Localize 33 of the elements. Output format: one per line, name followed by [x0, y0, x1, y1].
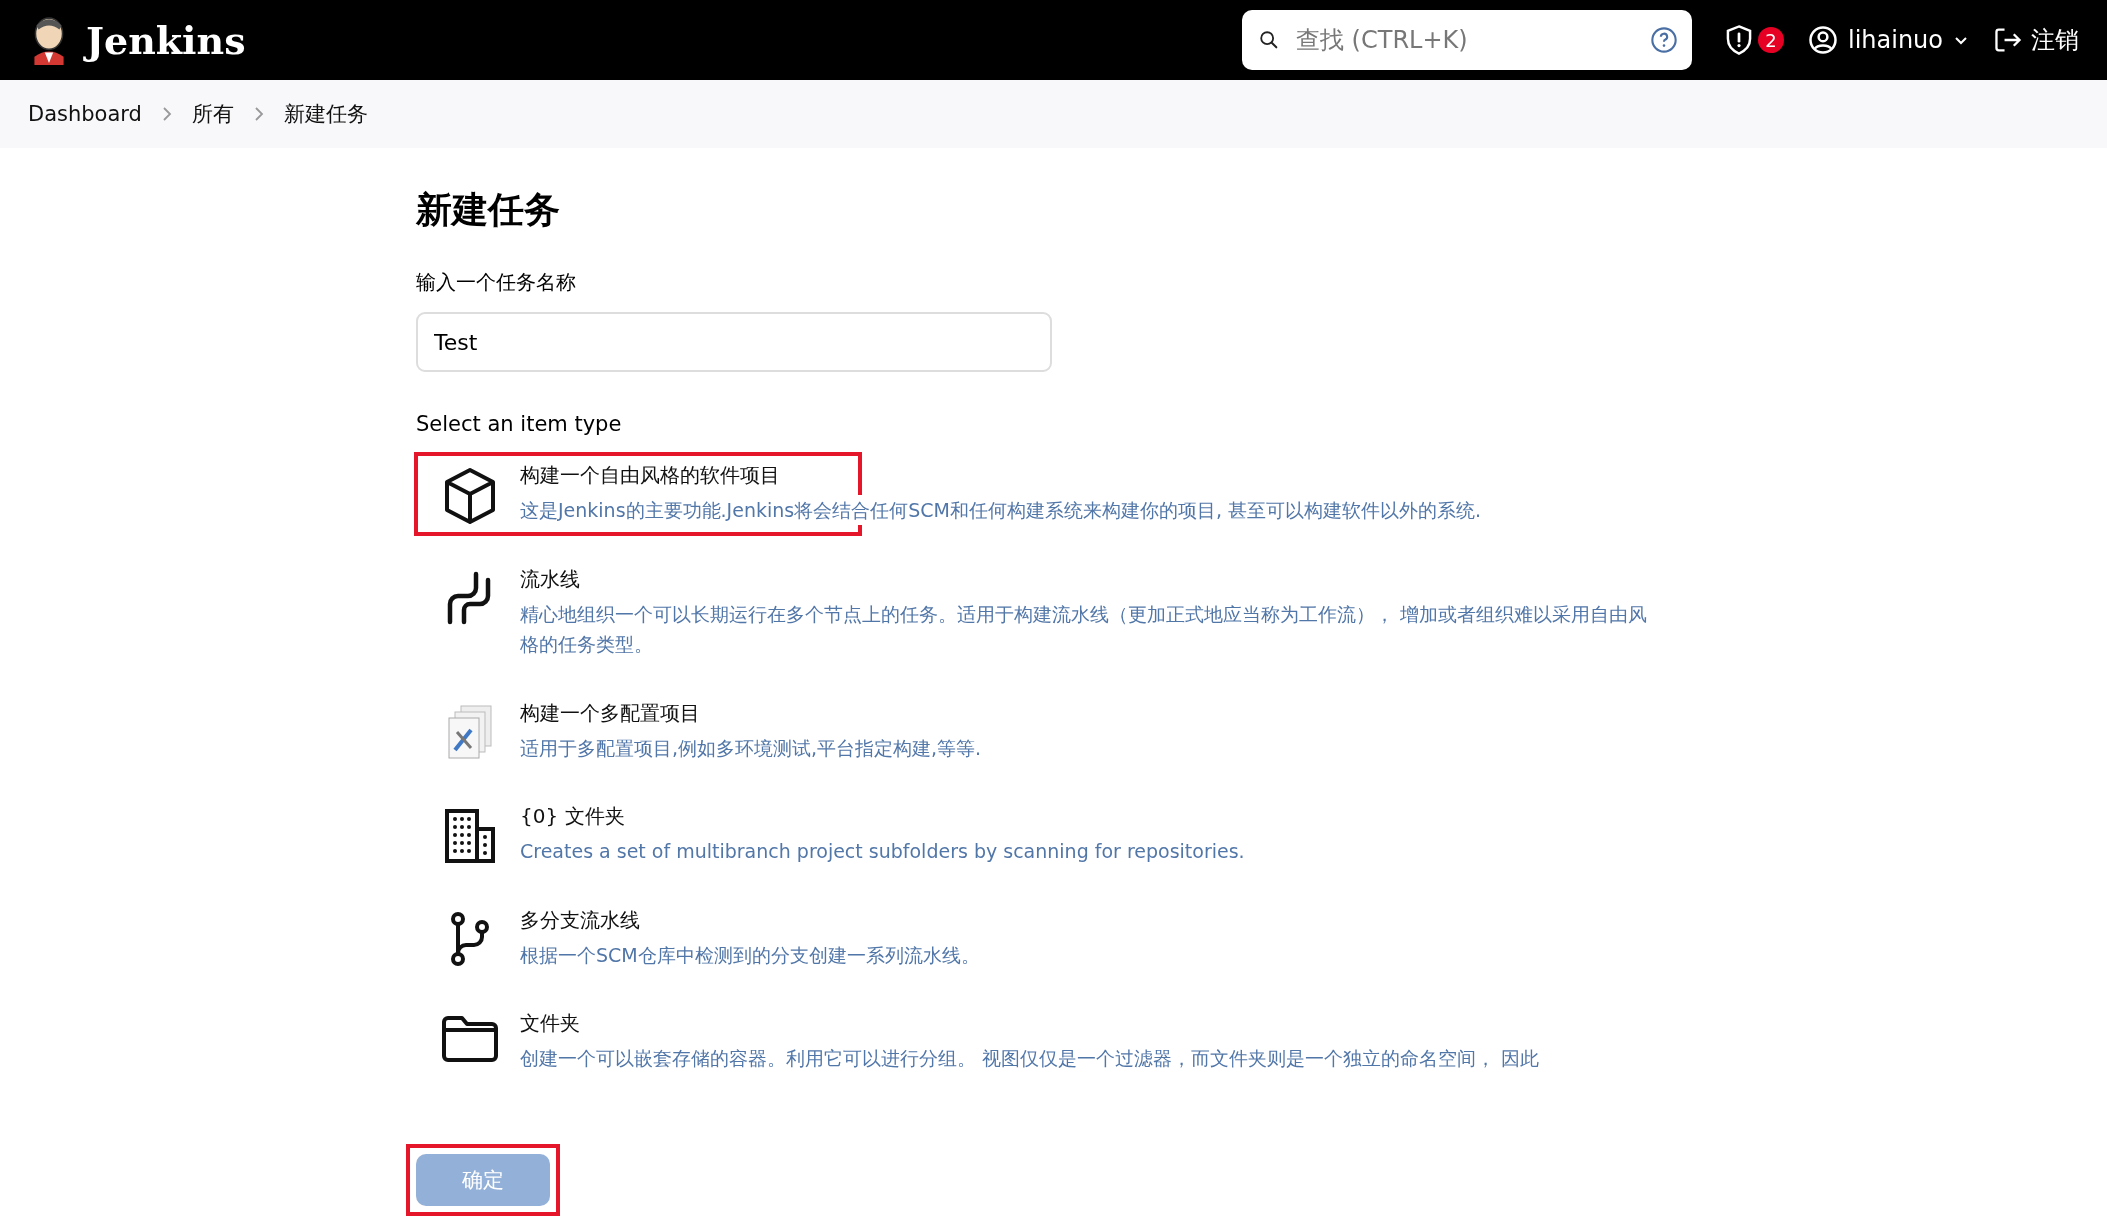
item-name-field[interactable]: Test — [416, 312, 1052, 372]
item-type-option[interactable]: 多分支流水线 根据一个SCM仓库中检测到的分支创建一系列流水线。 — [416, 896, 1666, 980]
item-type-option[interactable]: 文件夹 创建一个可以嵌套存储的容器。利用它可以进行分组。 视图仅仅是一个过滤器，而文件夹则是一个独立的命名空间， 因此 — [416, 999, 1666, 1084]
logout-icon — [1993, 26, 2023, 54]
alert-count-badge: 2 — [1757, 27, 1784, 53]
logout-link[interactable]: 注销 — [1993, 24, 2079, 56]
breadcrumb-link[interactable]: 新建任务 — [283, 100, 368, 128]
help-icon[interactable] — [1649, 26, 1678, 54]
item-type-title: 多分支流水线 — [520, 906, 641, 934]
item-type-title: {0} 文件夹 — [520, 803, 626, 831]
branch-icon — [448, 910, 492, 967]
cube-icon — [443, 466, 497, 526]
item-type-title: 构建一个多配置项目 — [520, 699, 701, 727]
page-title: 新建任务 — [416, 188, 561, 232]
section-label: Select an item type — [416, 412, 623, 436]
building-icon — [443, 807, 497, 866]
field-label: 输入一个任务名称 — [416, 269, 577, 296]
item-type-option[interactable]: 流水线 精心地组织一个可以长期运行在多个节点上的任务。适用于构建流水线（更加正式地应当称为工作流）， 增加或者组织难以采用自由风格的任务类型。 — [416, 556, 1666, 670]
item-type-option[interactable]: 构建一个自由风格的软件项目 这是Jenkins的主要功能.Jenkins将会结合任何SCM和任何构建系统来构建你的项目, 甚至可以构建软件以外的系统. — [416, 452, 1666, 536]
documents-tools-icon — [445, 703, 495, 760]
user-menu[interactable]: lihainuo — [1807, 25, 1969, 55]
item-type-title: 流水线 — [520, 566, 581, 593]
item-type-title: 文件夹 — [520, 1009, 581, 1037]
breadcrumb-link[interactable]: 所有 — [191, 100, 234, 128]
breadcrumb-link[interactable]: Dashboard — [28, 102, 142, 126]
folder-icon — [441, 1013, 499, 1062]
search-field[interactable]: 查找 (CTRL+K) — [1241, 10, 1692, 70]
item-type-title: 构建一个自由风格的软件项目 — [520, 462, 781, 489]
search-field[interactable]: 查找 (CTRL+K) — [1293, 25, 1636, 55]
item-type-option[interactable]: 构建一个多配置项目 适用于多配置项目,例如多环境测试,平台指定构建,等等. — [416, 689, 1666, 774]
item-type-option[interactable]: {0} 文件夹 Creates a set of multibranch project subfolders by scanning for repositories. — [416, 793, 1666, 877]
user-icon — [1807, 25, 1838, 55]
search-icon — [1257, 29, 1280, 51]
